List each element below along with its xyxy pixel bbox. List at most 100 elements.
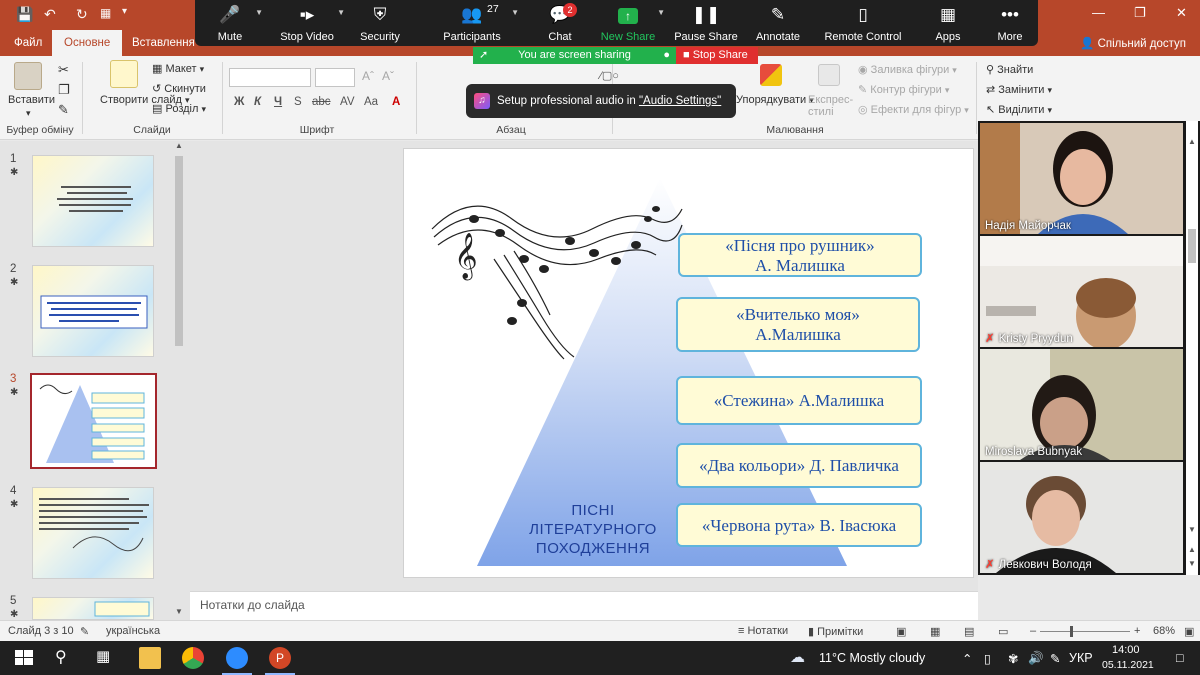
font-name-combo[interactable] <box>229 68 311 87</box>
zoom-slider-thumb[interactable] <box>1070 626 1073 637</box>
character-spacing-icon[interactable]: AV <box>340 96 355 108</box>
notifications-icon[interactable]: □ <box>1176 651 1184 665</box>
slide-thumbnail-5[interactable] <box>32 597 154 620</box>
slide-thumbnail-3[interactable] <box>30 373 157 469</box>
new-slide-icon[interactable] <box>110 60 138 88</box>
shape-fill-button[interactable]: ◉ Заливка фігури ▾ <box>858 63 957 76</box>
zoom-level[interactable]: 68% <box>1153 625 1175 637</box>
change-case-icon[interactable]: Aa <box>364 96 378 108</box>
arrange-icon[interactable] <box>760 64 782 86</box>
slide-sorter-icon[interactable]: ▦ <box>930 625 940 638</box>
spellcheck-icon[interactable]: ✎ <box>80 625 89 638</box>
slideshow-icon[interactable]: ▭ <box>998 625 1008 638</box>
next-slide-icon[interactable]: ▼ <box>1188 559 1196 568</box>
grow-font-icon[interactable]: Aˆ <box>362 69 374 83</box>
paste-dropdown-icon[interactable]: ▾ <box>26 108 31 119</box>
font-size-combo[interactable] <box>315 68 355 87</box>
chevron-down-icon[interactable]: ▼ <box>255 8 263 17</box>
scroll-up-icon[interactable]: ▲ <box>1188 137 1196 146</box>
cut-icon[interactable]: ✂ <box>58 62 69 78</box>
participant-video-1[interactable]: Надія Майорчак <box>980 123 1183 234</box>
song-box-4[interactable]: «Два кольори» Д. Павличка <box>676 443 922 488</box>
zoom-slider[interactable] <box>1040 631 1130 632</box>
participants-button[interactable]: 👥 27 ▼ Participants <box>435 0 519 46</box>
express-styles-button[interactable]: Експрес-стилі <box>808 94 858 118</box>
paste-icon[interactable] <box>14 62 42 90</box>
find-button[interactable]: ⚲ Знайти <box>986 63 1033 76</box>
security-button[interactable]: ⛨ Security <box>345 0 415 46</box>
thumbnail-scrollbar[interactable]: ▲ ▼ <box>173 141 185 620</box>
restore-icon[interactable]: ❐ <box>1134 5 1146 21</box>
shadow-icon[interactable]: S <box>294 96 302 108</box>
weather-text[interactable]: 11°C Mostly cloudy <box>819 651 925 665</box>
file-explorer-icon[interactable] <box>139 647 161 669</box>
scroll-up-icon[interactable]: ▲ <box>175 141 183 150</box>
chevron-down-icon[interactable]: ▼ <box>337 8 345 17</box>
line-shape-icon[interactable]: ∕▢○ <box>600 69 619 82</box>
notes-toggle[interactable]: ≡ Нотатки <box>738 625 788 637</box>
more-button[interactable]: ••• More <box>975 0 1045 46</box>
apps-button[interactable]: ▦ Apps <box>913 0 983 46</box>
remote-control-button[interactable]: ▯ Remote Control <box>823 0 903 46</box>
normal-view-icon[interactable]: ▣ <box>896 625 906 638</box>
song-box-1[interactable]: «Пісня про рушник» А. Малишка <box>678 233 922 277</box>
tab-insert[interactable]: Вставлення <box>120 30 207 56</box>
strikethrough-icon[interactable]: abc <box>312 96 331 108</box>
italic-icon[interactable]: К <box>254 96 261 108</box>
layout-button[interactable]: ▦ Макет ▾ <box>152 62 204 75</box>
song-box-5[interactable]: «Червона рута» В. Івасюка <box>676 503 922 547</box>
shrink-font-icon[interactable]: Aˇ <box>382 69 394 83</box>
scrollbar-thumb[interactable] <box>1188 229 1196 263</box>
close-icon[interactable]: ✕ <box>1176 5 1187 21</box>
mute-button[interactable]: 🎤 ▼ Mute <box>195 0 265 46</box>
reset-button[interactable]: ↺ Скинути <box>152 82 206 95</box>
shape-outline-button[interactable]: ✎ Контур фігури ▾ <box>858 83 949 96</box>
tray-expand-icon[interactable]: ⌃ <box>962 651 972 666</box>
song-box-2[interactable]: «Вчителько моя» А.Малишка <box>676 297 920 352</box>
share-button[interactable]: 👤 Спільний доступ <box>1080 36 1186 50</box>
audio-settings-link[interactable]: "Audio Settings" <box>639 95 721 107</box>
zoom-app-icon[interactable] <box>226 647 248 669</box>
customize-qat-icon[interactable]: ▾ <box>122 6 127 17</box>
chevron-down-icon[interactable]: ▼ <box>657 8 665 17</box>
song-box-3[interactable]: «Стежина» А.Малишка <box>676 376 922 425</box>
stop-share-button[interactable]: ■ Stop Share <box>676 47 758 64</box>
reading-view-icon[interactable]: ▤ <box>964 625 974 638</box>
scroll-down-icon[interactable]: ▼ <box>175 607 183 616</box>
chevron-down-icon[interactable]: ▼ <box>511 8 519 17</box>
present-icon[interactable]: ▦ <box>100 6 111 20</box>
search-icon[interactable]: ⚲ <box>55 647 77 669</box>
fit-to-window-icon[interactable]: ▣ <box>1184 625 1194 638</box>
slide-canvas[interactable]: 𝄞 «Пісня про рушник» А. Малишка «Вчитель… <box>403 148 974 578</box>
clock-date[interactable]: 05.11.2021 <box>1102 659 1154 671</box>
minimize-icon[interactable]: — <box>1092 5 1105 20</box>
format-painter-icon[interactable]: ✎ <box>58 102 69 118</box>
undo-icon[interactable]: ↶ <box>44 6 56 23</box>
tab-home[interactable]: Основне <box>52 30 123 56</box>
pause-share-button[interactable]: ❚❚ Pause Share <box>671 0 741 46</box>
battery-icon[interactable]: ▯ <box>984 651 991 666</box>
windows-start-icon[interactable] <box>13 647 35 669</box>
annotate-button[interactable]: ✎ Annotate <box>743 0 813 46</box>
slide-thumbnail-2[interactable] <box>32 265 154 357</box>
slide-thumbnail-4[interactable] <box>32 487 154 579</box>
clock-time[interactable]: 14:00 <box>1112 644 1140 656</box>
zoom-in-icon[interactable]: + <box>1134 625 1140 637</box>
language-indicator[interactable]: українська <box>106 625 160 637</box>
wifi-icon[interactable]: ✾ <box>1008 651 1018 666</box>
ppt-vertical-scrollbar[interactable]: ▲ ▼ ▲ ▼ <box>1186 121 1198 575</box>
bold-icon[interactable]: Ж <box>234 96 244 108</box>
redo-icon[interactable]: ↻ <box>76 6 88 23</box>
paste-button[interactable]: Вставити <box>8 94 55 106</box>
chrome-icon[interactable] <box>182 647 204 669</box>
new-share-button[interactable]: ↑ ▼ New Share <box>593 0 665 46</box>
copy-icon[interactable]: ❐ <box>58 82 70 98</box>
slide-thumbnail-1[interactable] <box>32 155 154 247</box>
tab-file[interactable]: Файл <box>2 30 54 56</box>
section-button[interactable]: ▤ Розділ ▾ <box>152 102 206 115</box>
font-color-icon[interactable]: A <box>392 96 400 108</box>
stop-video-button[interactable]: ▪▸ ▼ Stop Video <box>271 0 345 46</box>
comments-toggle[interactable]: ▮ Примітки <box>808 625 863 638</box>
zoom-out-icon[interactable]: – <box>1030 625 1036 637</box>
chat-button[interactable]: 💬 2 Chat <box>525 0 595 46</box>
